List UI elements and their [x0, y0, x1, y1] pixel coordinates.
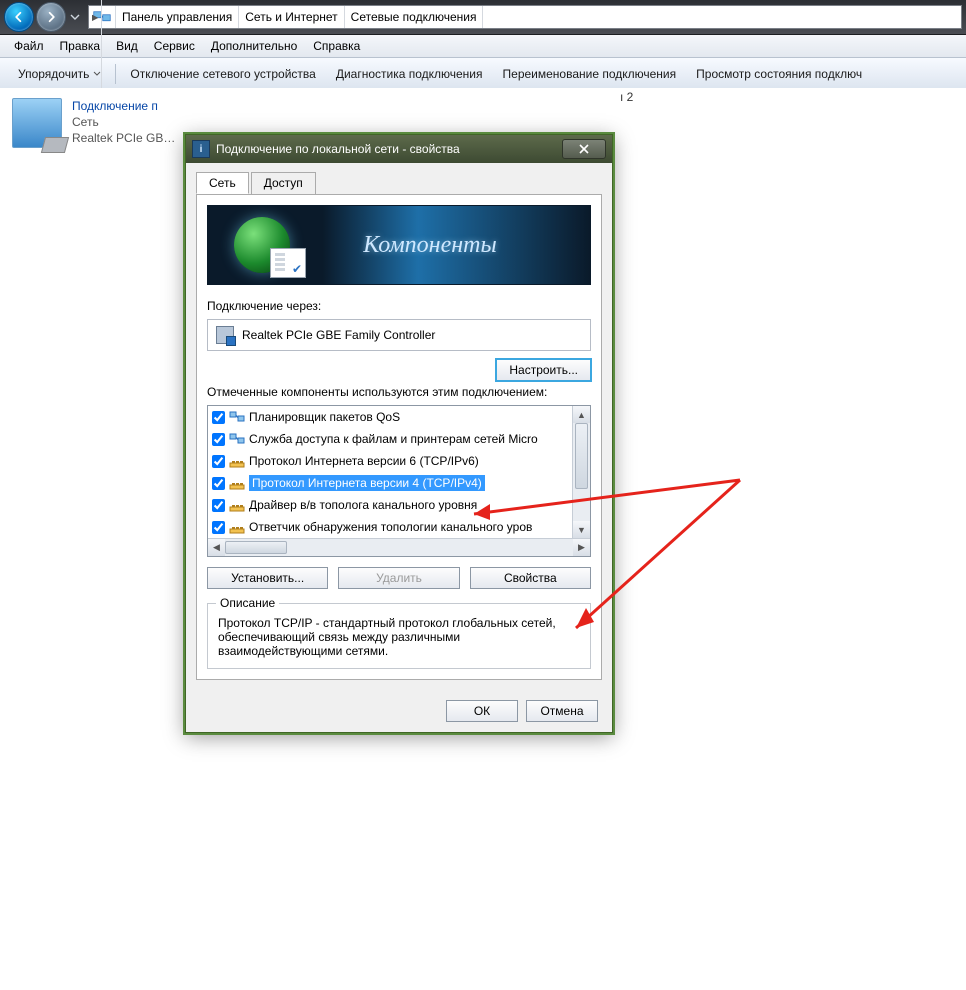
checklist-icon: [270, 248, 306, 278]
menu-bar: Файл Правка Вид Сервис Дополнительно Спр…: [0, 35, 966, 58]
component-label: Служба доступа к файлам и принтерам сете…: [249, 432, 538, 446]
component-item[interactable]: Ответчик обнаружения топологии канальног…: [208, 516, 590, 538]
component-item[interactable]: Служба доступа к файлам и принтерам сете…: [208, 428, 590, 450]
view-status-button[interactable]: Просмотр состояния подключ: [686, 63, 872, 85]
menu-edit[interactable]: Правка: [52, 37, 109, 55]
vertical-scrollbar[interactable]: ▲ ▼: [572, 406, 590, 538]
scroll-down-button[interactable]: ▼: [573, 521, 590, 538]
component-checkbox[interactable]: [212, 499, 225, 512]
component-label: Протокол Интернета версии 6 (TCP/IPv6): [249, 454, 479, 468]
forward-button[interactable]: [36, 2, 66, 32]
cancel-button[interactable]: Отмена: [526, 700, 598, 722]
component-checkbox[interactable]: [212, 477, 225, 490]
breadcrumb-item[interactable]: Сеть и Интернет: [239, 6, 344, 28]
component-checkbox[interactable]: [212, 455, 225, 468]
organize-label: Упорядочить: [18, 67, 89, 81]
network-adapter-icon: [12, 98, 62, 148]
description-legend: Описание: [216, 596, 279, 610]
horizontal-scrollbar[interactable]: ◀ ▶: [208, 538, 590, 556]
breadcrumb-item[interactable]: Сетевые подключения: [345, 6, 484, 28]
adapter-name: Realtek PCIe GBE Family Controller: [242, 328, 435, 342]
dialog-icon: i: [192, 140, 210, 158]
components-label: Отмеченные компоненты используются этим …: [207, 385, 591, 399]
configure-button[interactable]: Настроить...: [496, 359, 591, 381]
background-text: ı 2: [620, 90, 633, 104]
properties-button[interactable]: Свойства: [470, 567, 591, 589]
banner-title: Компоненты: [270, 232, 590, 259]
breadcrumb-bar[interactable]: ▸ Панель управления ▸ Сеть и Интернет ▸ …: [88, 5, 962, 29]
diagnose-button[interactable]: Диагностика подключения: [326, 63, 493, 85]
history-dropdown[interactable]: [68, 3, 82, 31]
description-text: Протокол TCP/IP - стандартный протокол г…: [218, 616, 580, 658]
component-item[interactable]: Драйвер в/в тополога канального уровня: [208, 494, 590, 516]
connection-network: Сеть: [72, 114, 175, 130]
disable-device-button[interactable]: Отключение сетевого устройства: [120, 63, 325, 85]
location-icon: [89, 6, 116, 28]
breadcrumb-label: Сеть и Интернет: [245, 10, 337, 24]
separator: [115, 64, 116, 84]
component-label: Ответчик обнаружения топологии канальног…: [249, 520, 532, 534]
scroll-left-button[interactable]: ◀: [208, 539, 225, 556]
connect-through-label: Подключение через:: [207, 299, 591, 313]
navigation-bar: ▸ Панель управления ▸ Сеть и Интернет ▸ …: [0, 0, 966, 35]
properties-dialog: i Подключение по локальной сети - свойст…: [185, 134, 613, 733]
dialog-titlebar[interactable]: i Подключение по локальной сети - свойст…: [186, 135, 612, 163]
tab-strip: Сеть Доступ: [196, 172, 602, 195]
protocol-icon: [229, 454, 245, 468]
adapter-field[interactable]: Realtek PCIe GBE Family Controller: [207, 319, 591, 351]
component-label: Драйвер в/в тополога канального уровня: [249, 498, 477, 512]
back-button[interactable]: [4, 2, 34, 32]
nic-icon: [216, 326, 234, 344]
tab-access[interactable]: Доступ: [251, 172, 316, 194]
dialog-footer: ОК Отмена: [186, 690, 612, 732]
component-label: Протокол Интернета версии 4 (TCP/IPv4): [249, 475, 485, 491]
protocol-icon: [229, 498, 245, 512]
component-item[interactable]: Протокол Интернета версии 6 (TCP/IPv6): [208, 450, 590, 472]
connection-name: Подключение п: [72, 98, 175, 114]
connection-device: Realtek PCIe GB…: [72, 130, 175, 146]
menu-view[interactable]: Вид: [108, 37, 146, 55]
menu-file[interactable]: Файл: [6, 37, 52, 55]
organize-button[interactable]: Упорядочить: [8, 63, 111, 85]
uninstall-button[interactable]: Удалить: [338, 567, 459, 589]
scroll-thumb[interactable]: [575, 423, 588, 489]
protocol-icon: [229, 476, 245, 490]
menu-tools[interactable]: Сервис: [146, 37, 203, 55]
description-group: Описание Протокол TCP/IP - стандартный п…: [207, 603, 591, 669]
components-list: Планировщик пакетов QoS Служба доступа к …: [207, 405, 591, 557]
menu-help[interactable]: Справка: [305, 37, 368, 55]
rename-button[interactable]: Переименование подключения: [493, 63, 687, 85]
breadcrumb-item[interactable]: Панель управления: [116, 6, 239, 28]
scroll-thumb[interactable]: [225, 541, 287, 554]
ok-button[interactable]: ОК: [446, 700, 518, 722]
breadcrumb-label: Сетевые подключения: [351, 10, 477, 24]
install-button[interactable]: Установить...: [207, 567, 328, 589]
breadcrumb-label: Панель управления: [122, 10, 232, 24]
service-icon: [229, 432, 245, 446]
scroll-up-button[interactable]: ▲: [573, 406, 590, 423]
dialog-title: Подключение по локальной сети - свойства: [216, 142, 460, 156]
close-button[interactable]: [562, 139, 606, 159]
component-item[interactable]: Планировщик пакетов QoS: [208, 406, 590, 428]
close-icon: [579, 144, 589, 154]
command-bar: Упорядочить Отключение сетевого устройст…: [0, 58, 966, 91]
menu-advanced[interactable]: Дополнительно: [203, 37, 305, 55]
component-checkbox[interactable]: [212, 411, 225, 424]
tab-network[interactable]: Сеть: [196, 172, 249, 194]
component-item[interactable]: Протокол Интернета версии 4 (TCP/IPv4): [208, 472, 590, 494]
service-icon: [229, 410, 245, 424]
components-banner: Компоненты: [207, 205, 591, 285]
component-label: Планировщик пакетов QoS: [249, 410, 400, 424]
tab-page-network: Компоненты Подключение через: Realtek PC…: [196, 194, 602, 680]
component-checkbox[interactable]: [212, 433, 225, 446]
component-checkbox[interactable]: [212, 521, 225, 534]
chevron-down-icon: [93, 70, 101, 78]
scroll-right-button[interactable]: ▶: [573, 539, 590, 556]
protocol-icon: [229, 520, 245, 534]
